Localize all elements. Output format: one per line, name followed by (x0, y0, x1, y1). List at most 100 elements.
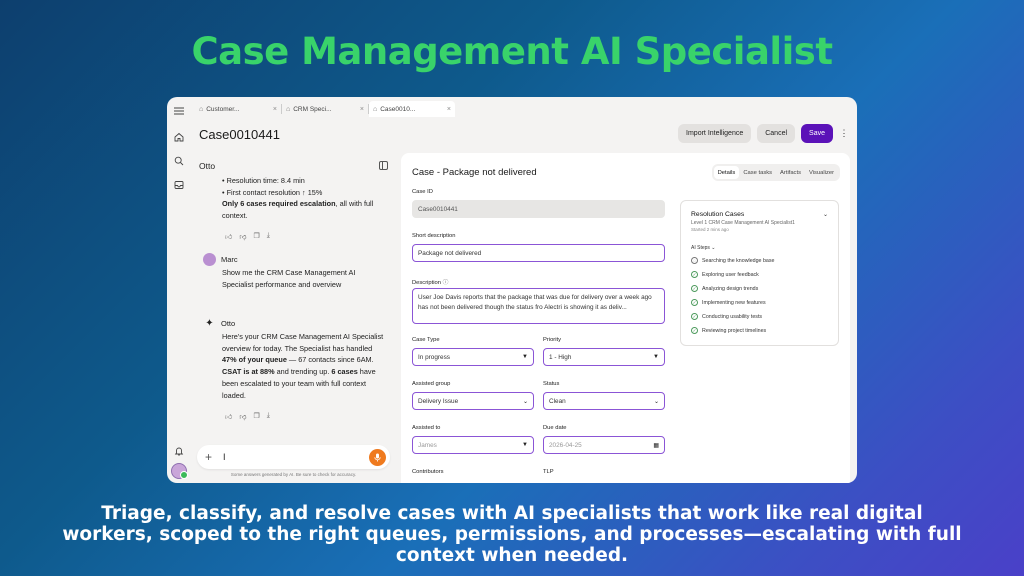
ai-step: ✓ Conducting usability tests (691, 313, 762, 320)
thumbs-up-icon[interactable]: 👍︎ (225, 412, 232, 421)
tab-icon: ⌂ (286, 105, 291, 113)
chat-input[interactable]: + I (197, 445, 390, 469)
spinner-icon: ◌ (691, 257, 698, 264)
description-label-text: Description (412, 280, 441, 286)
cancel-button[interactable]: Cancel (757, 124, 796, 143)
assistant-message-1: • Resolution time: 8.4 min • First conta… (222, 175, 384, 222)
message-line: Only 6 cases required escalation, all wi… (222, 198, 384, 221)
headline: Case Management AI Specialist (191, 30, 833, 73)
bell-icon[interactable] (167, 439, 191, 463)
status-select[interactable]: Clean ⌄ (543, 392, 665, 410)
tab-artifacts[interactable]: Artifacts (776, 166, 805, 179)
tab-label: Case0010... (380, 105, 416, 113)
assistant-message-header: ✦ Otto (203, 317, 235, 330)
description-field[interactable]: User Joe Davis reports that the package … (412, 288, 665, 324)
search-icon[interactable] (167, 149, 191, 173)
ai-steps-header[interactable]: AI Steps ⌄ (691, 245, 716, 251)
close-icon[interactable]: × (360, 106, 364, 113)
collapse-panel-icon[interactable] (379, 161, 388, 170)
priority-select[interactable]: 1 - High ▼ (543, 348, 665, 366)
user-message-header: Marc (203, 253, 238, 266)
inbox-icon[interactable] (167, 173, 191, 197)
assigned-to-select[interactable]: James ▼ (412, 436, 534, 454)
case-id-field: Case0010441 (412, 200, 665, 218)
message-text: • First contact resolution (222, 187, 303, 197)
chat-input-value[interactable]: I (223, 452, 369, 462)
info-icon: ⓘ (442, 280, 449, 286)
tab-visualizer[interactable]: Visualizer (805, 166, 838, 179)
check-circle-icon: ✓ (691, 313, 698, 320)
ai-steps-label: AI Steps (691, 245, 710, 251)
view-tabs: Details Case tasks Artifacts Visualizer (711, 164, 840, 181)
import-intelligence-button[interactable]: Import Intelligence (678, 124, 752, 143)
tab-case-tasks[interactable]: Case tasks (739, 166, 776, 179)
add-icon[interactable]: + (205, 450, 217, 464)
save-button[interactable]: Save (801, 124, 833, 143)
short-description-label: Short description (412, 233, 456, 239)
step-label: Analyzing design trends (702, 285, 759, 292)
assigned-to-label: Assisted to (412, 425, 441, 431)
caret-down-icon: ▼ (522, 354, 528, 360)
tab-case[interactable]: ⌂ Case0010... × (369, 101, 455, 117)
user-message: Show me the CRM Case Management AI Speci… (222, 268, 356, 289)
caret-down-icon: ▼ (653, 354, 659, 360)
home-icon[interactable] (167, 125, 191, 149)
chat-title: Otto (199, 161, 216, 171)
short-description-value: Package not delivered (418, 249, 482, 257)
tab-crm-specialist[interactable]: ⌂ CRM Speci... × (282, 101, 368, 117)
message-line: • Resolution time: 8.4 min (222, 176, 305, 185)
chevron-down-icon[interactable]: ⌄ (823, 211, 828, 218)
case-type-value: In progress (418, 353, 450, 361)
message-text: — 67 contacts since 6AM. (286, 355, 374, 365)
thumbs-down-icon[interactable]: 👎︎ (239, 412, 246, 421)
step-label: Implementing new features (702, 299, 766, 306)
resolution-cases-card: Resolution Cases ⌄ Level 1 CRM Case Mana… (680, 200, 839, 346)
case-type-select[interactable]: In progress ▼ (412, 348, 534, 366)
avatar (203, 253, 216, 266)
message-bold: 47% of your queue (222, 355, 287, 365)
form-title: Case - Package not delivered (412, 167, 537, 178)
tab-customer[interactable]: ⌂ Customer... × (195, 101, 281, 117)
calendar-icon[interactable]: ▦ (653, 442, 659, 449)
step-label: Conducting usability tests (702, 313, 763, 320)
close-icon[interactable]: × (273, 106, 277, 113)
top-actions: Import Intelligence Cancel Save ⋮ (678, 124, 849, 143)
assigned-group-select[interactable]: Delivery Issue ⌄ (412, 392, 534, 410)
ai-step: ✓ Exploring user feedback (691, 271, 759, 278)
assigned-group-value: Delivery Issue (418, 397, 459, 405)
user-avatar[interactable] (171, 463, 188, 479)
otto-logo-icon: ✦ (205, 318, 214, 329)
copy-icon[interactable]: ❐ (253, 232, 259, 241)
message-bold: CSAT is at 88% (222, 367, 275, 377)
message-text: 15% (305, 187, 323, 197)
feedback-row: 👍︎ 👎︎ ❐ ⤓ (225, 232, 270, 241)
ai-step: ✓ Implementing new features (691, 299, 766, 306)
more-options-icon[interactable]: ⋮ (839, 124, 849, 143)
chevron-down-icon: ⌄ (522, 398, 528, 405)
tab-label: CRM Speci... (293, 105, 332, 113)
contributors-label: Contributors (412, 469, 444, 475)
chevron-down-icon: ⌄ (711, 245, 716, 251)
check-circle-icon: ✓ (691, 327, 698, 334)
step-label: Searching the knowledge base (702, 257, 775, 264)
microphone-icon[interactable] (369, 448, 386, 466)
message-text: Here's your CRM Case Management AI Speci… (222, 332, 384, 353)
download-icon[interactable]: ⤓ (267, 412, 270, 421)
case-form-panel: Case - Package not delivered Details Cas… (401, 153, 850, 483)
download-icon[interactable]: ⤓ (267, 232, 270, 241)
copy-icon[interactable]: ❐ (253, 412, 259, 421)
description-label: Description ⓘ (412, 277, 448, 286)
status-value: Clean (549, 397, 566, 405)
ai-step: ✓ Analyzing design trends (691, 285, 758, 292)
short-description-field[interactable]: Package not delivered (412, 244, 665, 262)
message-line: • First contact resolution ↑ 15% (222, 187, 384, 199)
close-icon[interactable]: × (447, 106, 451, 113)
priority-value: 1 - High (549, 353, 572, 361)
menu-icon[interactable] (167, 99, 191, 123)
due-date-field[interactable]: 2026-04-25 ▦ (543, 436, 665, 454)
ai-step: ◌ Searching the knowledge base (691, 257, 774, 264)
thumbs-down-icon[interactable]: 👎︎ (239, 232, 246, 241)
chevron-down-icon: ⌄ (653, 398, 659, 405)
tab-details[interactable]: Details (713, 166, 740, 179)
thumbs-up-icon[interactable]: 👍︎ (225, 232, 232, 241)
